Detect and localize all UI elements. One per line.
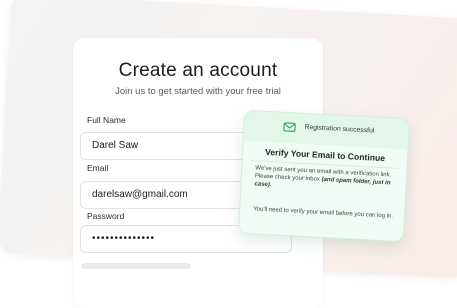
- toast-container: Registration successful Verify Your Emai…: [237, 109, 411, 243]
- password-label: Password: [87, 211, 125, 221]
- full-name-label: Full Name: [87, 115, 126, 125]
- page-title: Create an account: [118, 60, 278, 81]
- email-label: Email: [87, 163, 109, 173]
- mail-icon: [283, 122, 296, 132]
- verify-email-toast: Registration successful Verify Your Emai…: [237, 109, 411, 243]
- toast-message-secondary: You'll need to verify your email before …: [253, 206, 394, 220]
- toast-message: We've just sent you an email with a veri…: [254, 164, 396, 195]
- next-field-label-placeholder: [81, 263, 191, 269]
- page-subtitle: Join us to get started with your free tr…: [115, 86, 281, 97]
